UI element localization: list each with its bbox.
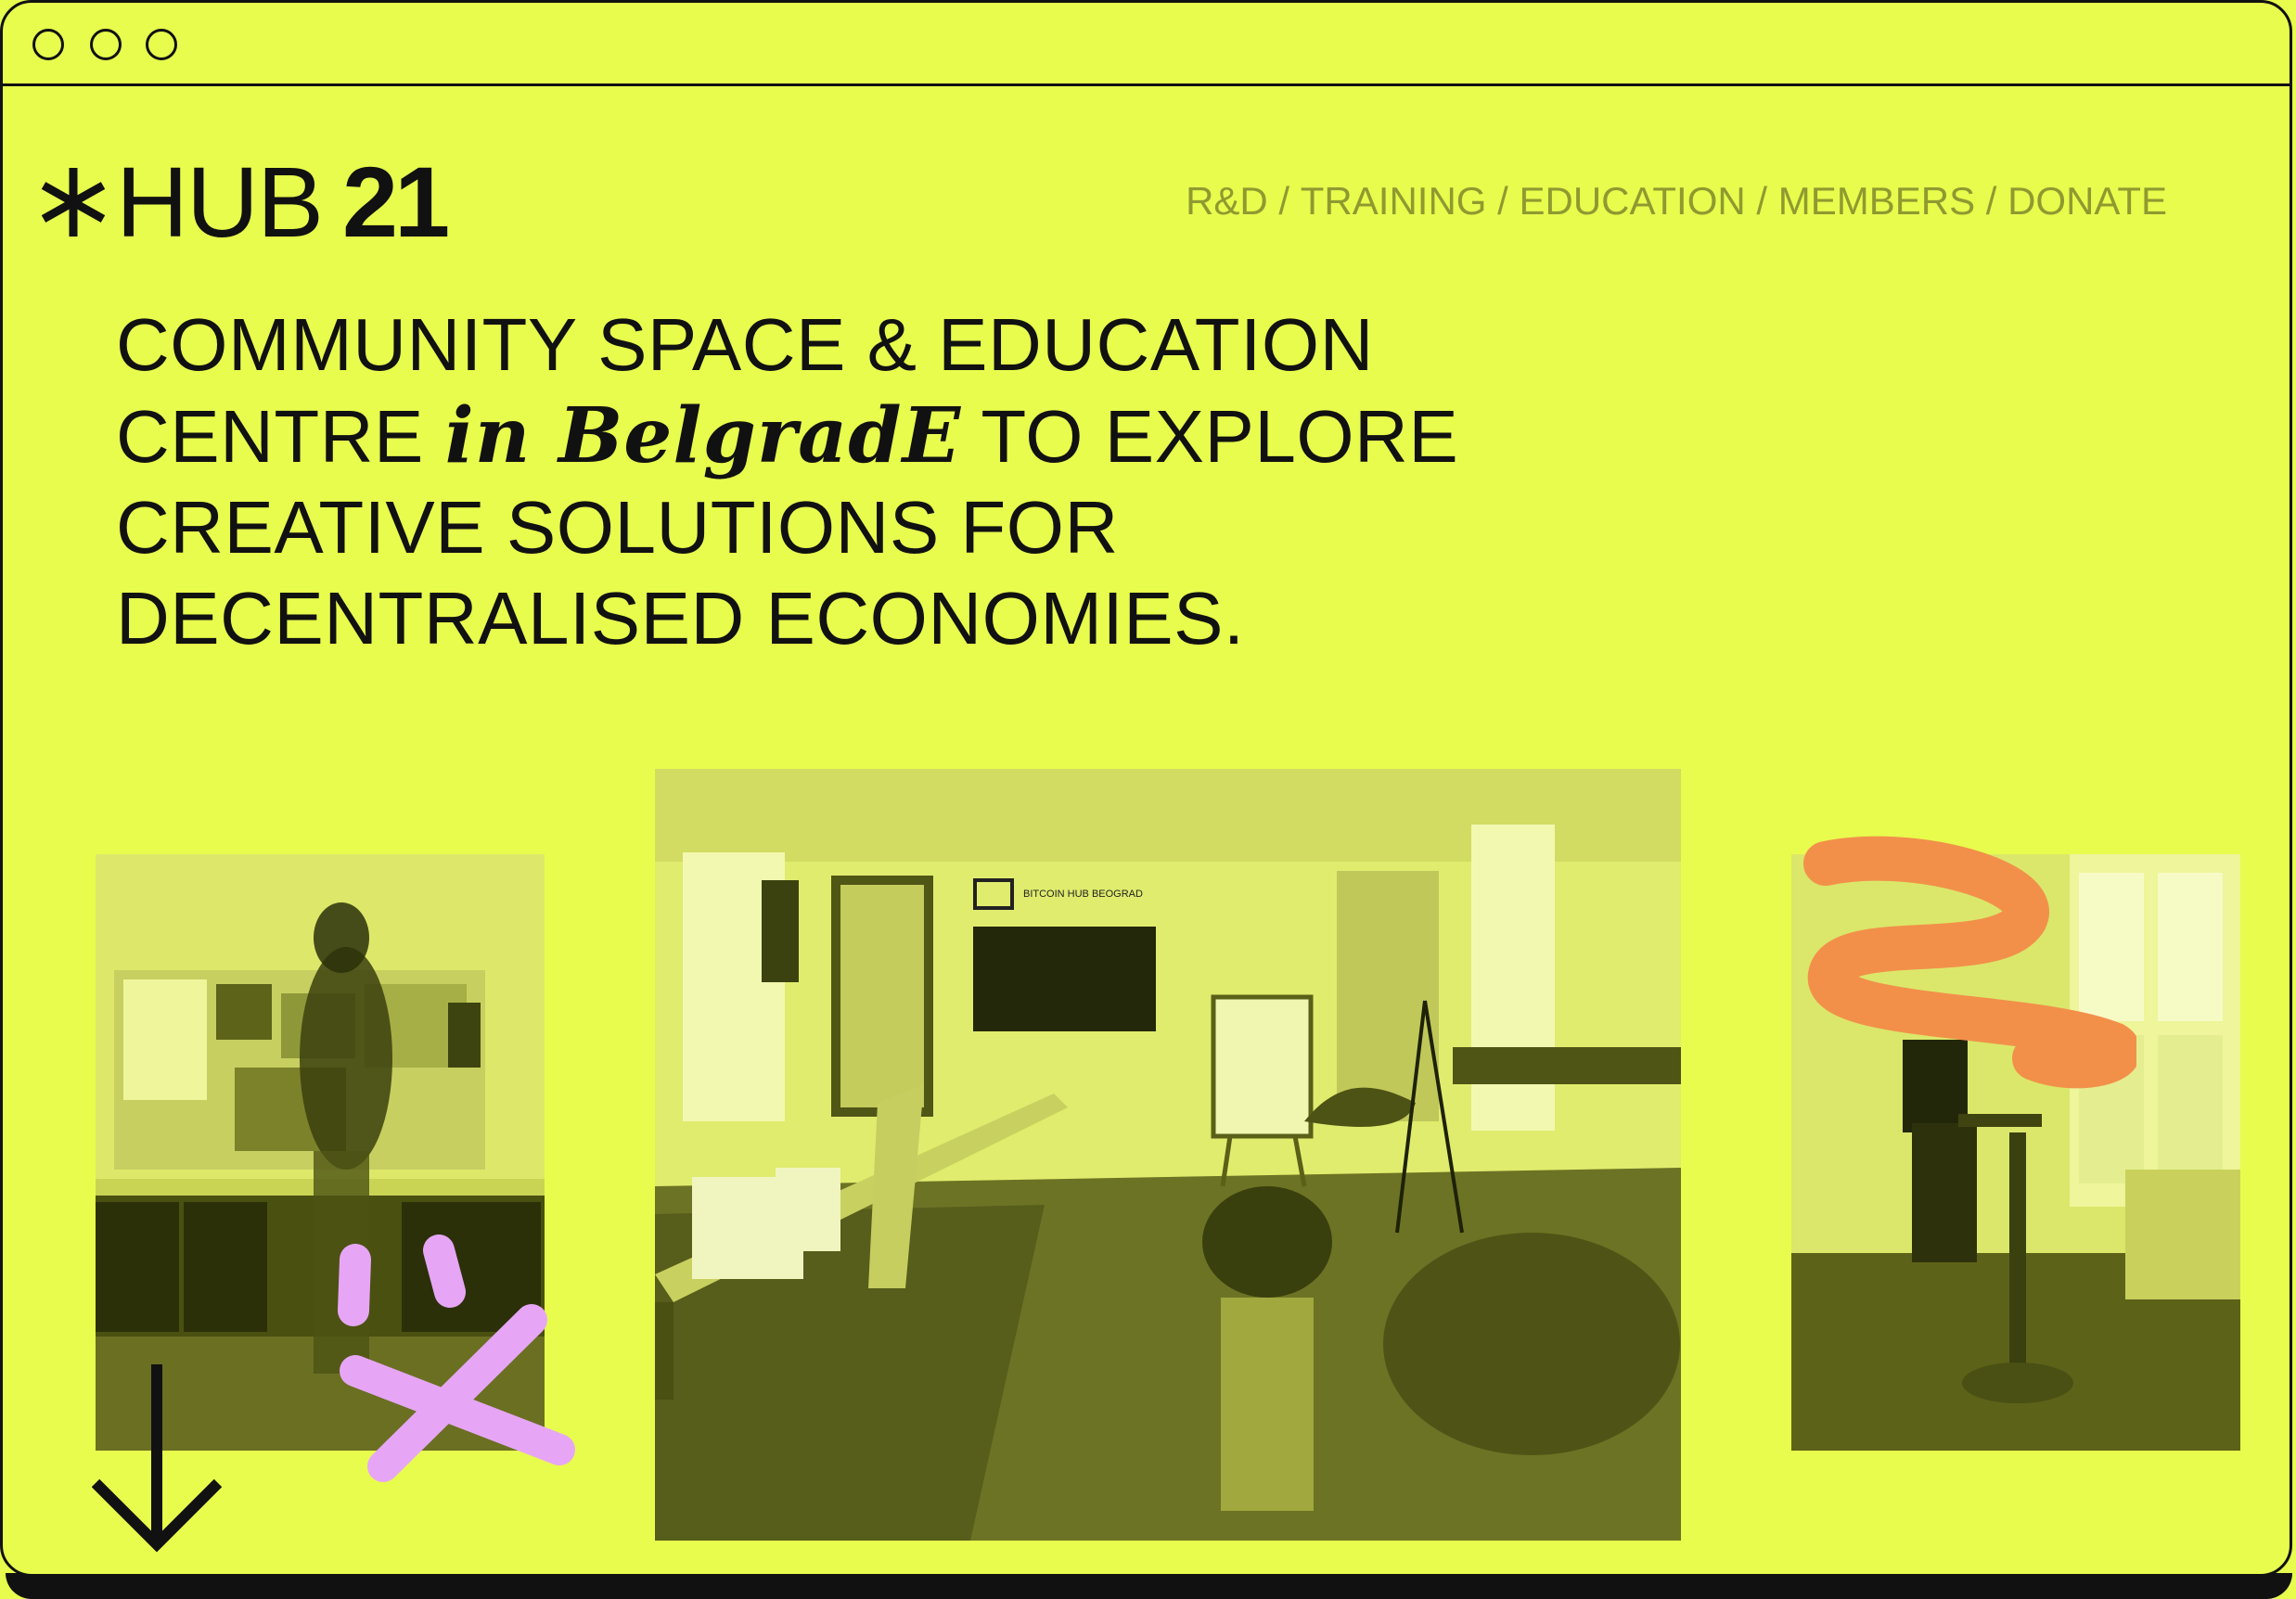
title-bar: [3, 3, 2290, 86]
hero-line-2: CENTRE in BelgradE TO EXPLORE: [116, 390, 1507, 482]
maximize-dot[interactable]: [146, 29, 177, 60]
nav-link-members[interactable]: MEMBERS: [1778, 179, 1975, 224]
minimize-dot[interactable]: [90, 29, 122, 60]
hero-line-3: CREATIVE SOLUTIONS FOR: [116, 486, 1119, 569]
nav-link-training[interactable]: TRAINING: [1301, 179, 1487, 224]
hero-headline: COMMUNITY SPACE & EDUCATION CENTRE in Be…: [116, 300, 1507, 664]
down-arrow-icon[interactable]: [92, 1364, 222, 1559]
hero-line-2-post: TO EXPLORE: [961, 395, 1459, 478]
hero-line-2-pre: CENTRE: [116, 395, 445, 478]
nav-link-education[interactable]: EDUCATION: [1519, 179, 1745, 224]
main-nav: R&D / TRAINING / EDUCATION / MEMBERS / D…: [1186, 179, 2167, 224]
nav-separator: /: [1745, 179, 1778, 223]
logo-word: HUB: [116, 146, 324, 258]
window-shadow: [6, 1573, 2292, 1599]
hero-line-1: COMMUNITY SPACE & EDUCATION: [116, 303, 1374, 386]
nav-link-rnd[interactable]: R&D: [1186, 179, 1268, 224]
nav-separator: /: [1486, 179, 1520, 223]
nav-separator: /: [1975, 179, 2008, 223]
hero-line-4: DECENTRALISED ECONOMIES.: [116, 577, 1245, 659]
hero-script-text: in BelgradE: [444, 391, 962, 480]
orange-scribble: [1803, 836, 2136, 1089]
pink-scribble: [338, 1234, 575, 1482]
close-dot[interactable]: [32, 29, 64, 60]
center-sign: BITCOIN HUB BEOGRAD: [1023, 889, 1143, 900]
browser-window: HUB 21 R&D / TRAINING / EDUCATION / MEMB…: [0, 0, 2292, 1577]
logo-number: 21: [342, 146, 450, 258]
nav-separator: /: [1267, 179, 1301, 223]
nav-link-donate[interactable]: DONATE: [2007, 179, 2167, 224]
site-logo[interactable]: HUB 21: [36, 146, 450, 258]
asterisk-icon: [41, 168, 106, 237]
photo-center-room: BITCOIN HUB BEOGRAD: [655, 769, 1681, 1541]
